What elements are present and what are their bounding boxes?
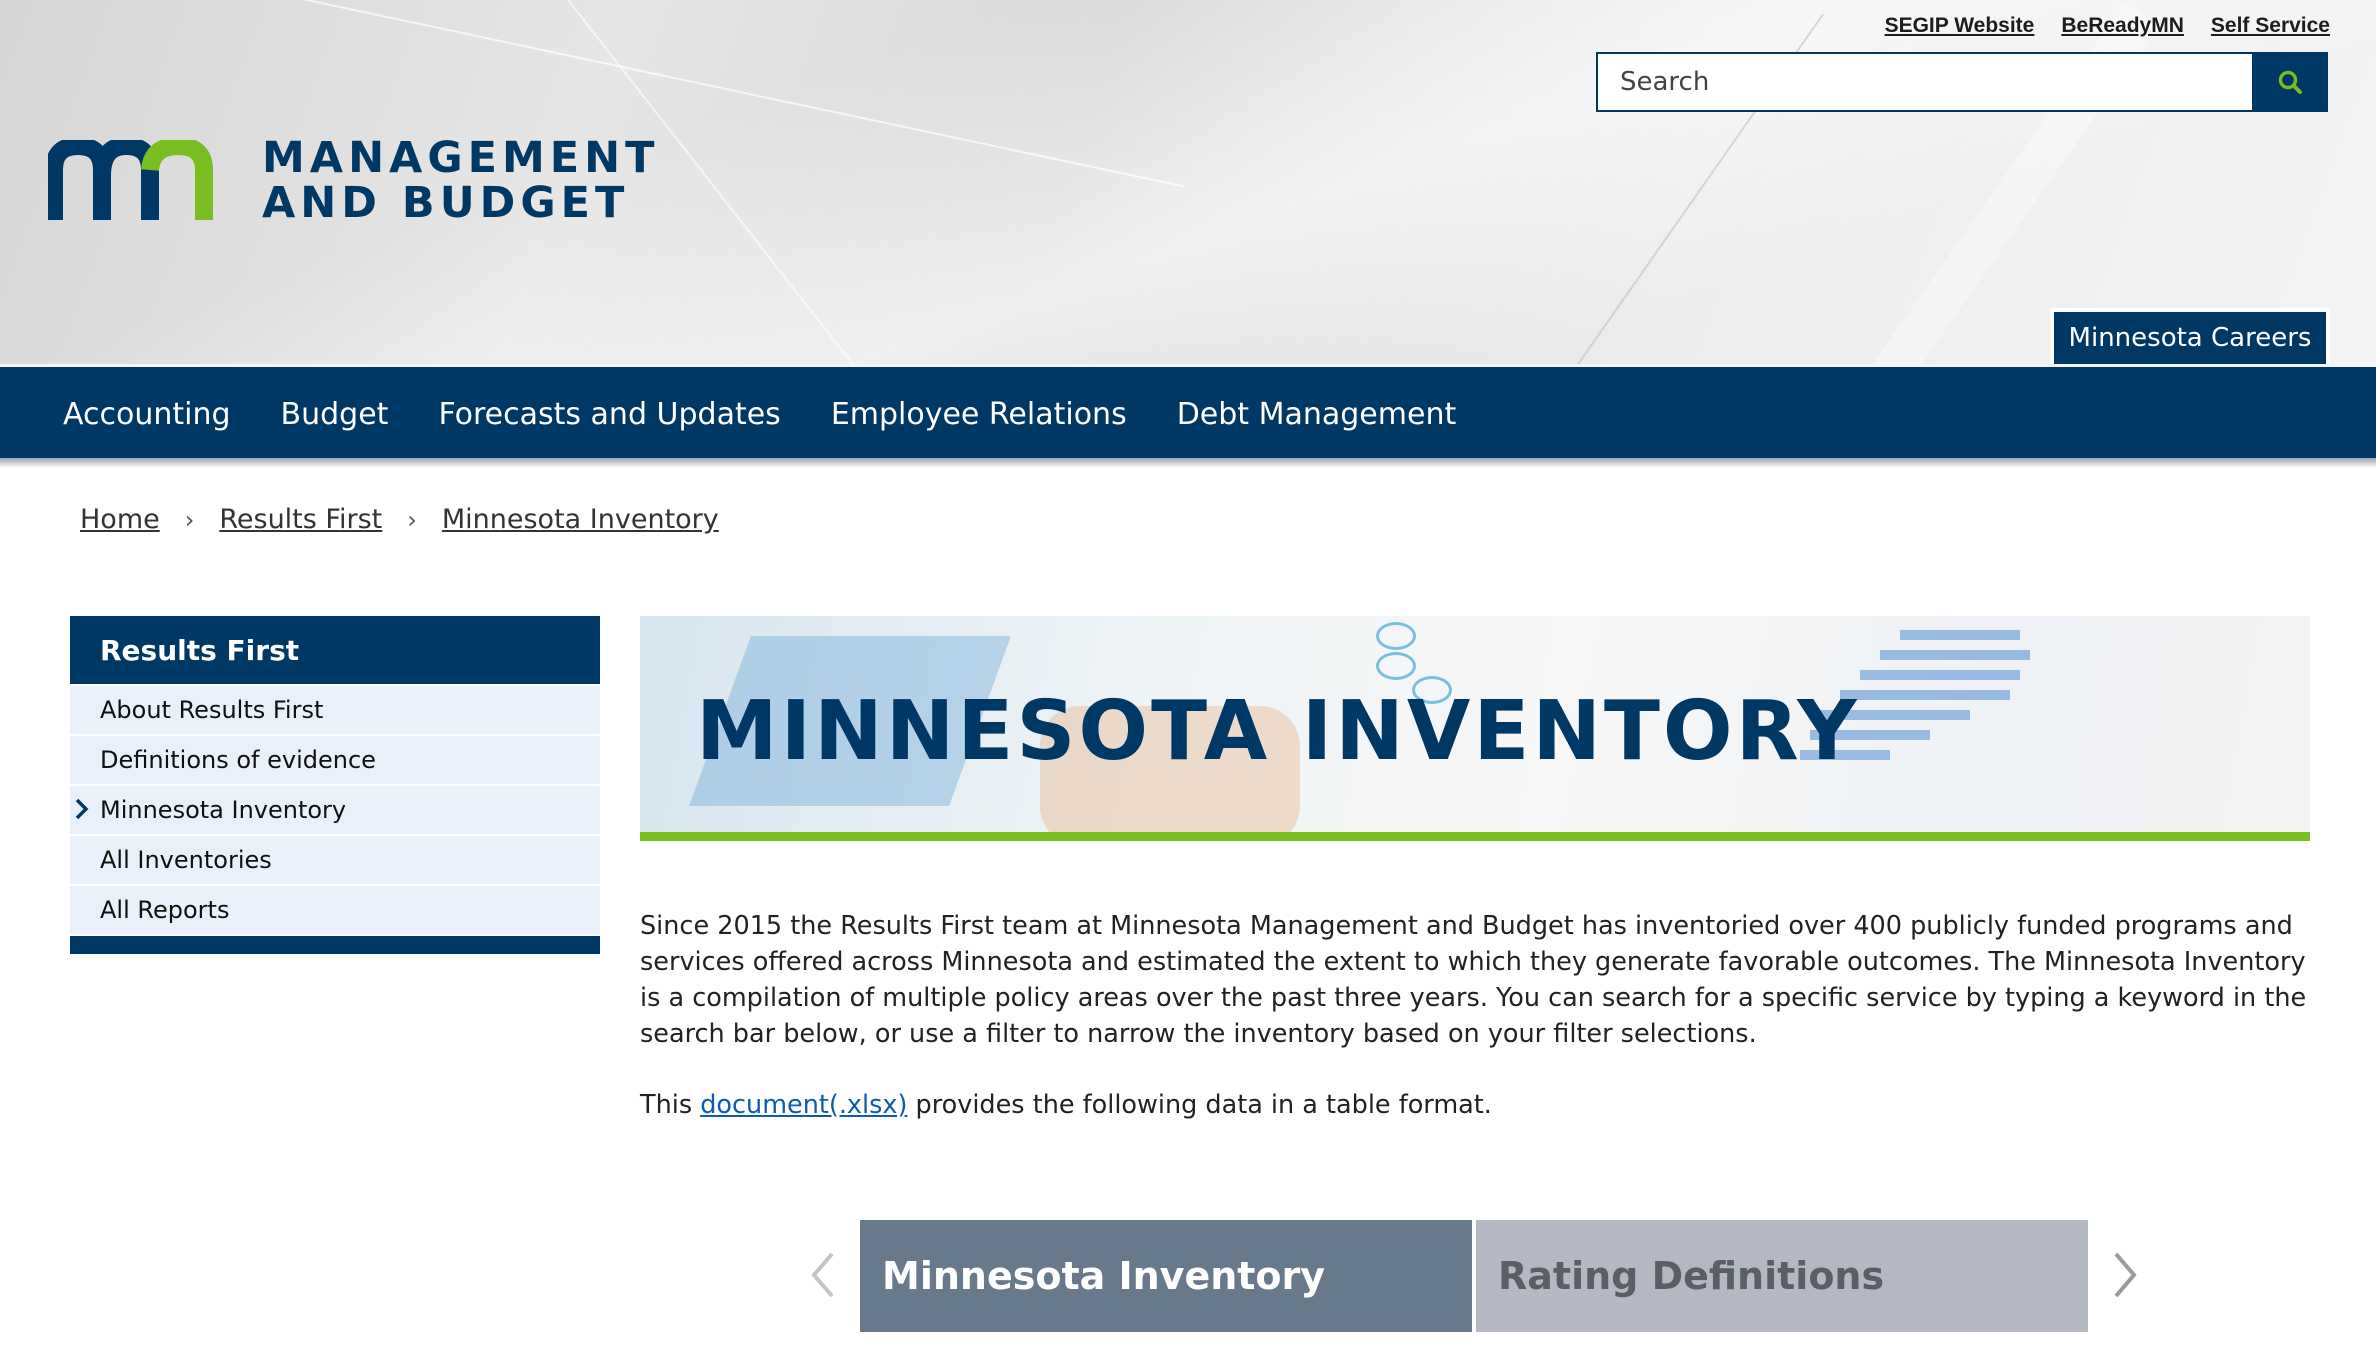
intro-paragraph: Since 2015 the Results First team at Min… bbox=[640, 911, 2307, 1049]
document-line-prefix: This bbox=[640, 1090, 701, 1120]
sidebar-item-all-inventories[interactable]: All Inventories bbox=[70, 836, 600, 884]
nav-item-accounting[interactable]: Accounting bbox=[38, 397, 256, 432]
document-xlsx-link[interactable]: document(.xlsx) bbox=[700, 1090, 907, 1120]
sidebar-title[interactable]: Results First bbox=[70, 616, 600, 684]
search-button[interactable] bbox=[2252, 52, 2328, 112]
site-header: MANAGEMENT AND BUDGET SEGIP Website BeRe… bbox=[0, 0, 2376, 364]
banner-decoration bbox=[1376, 622, 1416, 650]
logo-line-2: AND BUDGET bbox=[262, 178, 630, 228]
document-line-suffix: provides the following data in a table f… bbox=[907, 1090, 1492, 1120]
tab-minnesota-inventory[interactable]: Minnesota Inventory bbox=[860, 1220, 1472, 1332]
logo-wordmark: MANAGEMENT AND BUDGET bbox=[262, 136, 660, 226]
arrow-right-icon[interactable] bbox=[2110, 1250, 2140, 1300]
mn-logo-icon bbox=[48, 140, 213, 220]
chevron-right-icon: › bbox=[184, 505, 195, 534]
sidebar-item-label: About Results First bbox=[100, 696, 324, 724]
sidebar-item-about-results-first[interactable]: About Results First bbox=[70, 686, 600, 734]
breadcrumb-home[interactable]: Home bbox=[80, 504, 160, 535]
logo-line-1: MANAGEMENT bbox=[262, 133, 660, 183]
document-line: This document(.xlsx) provides the follow… bbox=[640, 1090, 1492, 1120]
sidebar-item-label: Minnesota Inventory bbox=[100, 796, 347, 824]
sidebar-item-label: All Inventories bbox=[100, 846, 272, 874]
tab-rating-definitions[interactable]: Rating Definitions bbox=[1476, 1220, 2088, 1332]
bereadymn-link[interactable]: BeReadyMN bbox=[2061, 14, 2184, 38]
nav-item-forecasts-and-updates[interactable]: Forecasts and Updates bbox=[413, 397, 805, 432]
breadcrumb-minnesota-inventory[interactable]: Minnesota Inventory bbox=[442, 504, 719, 535]
banner-accent-bar bbox=[640, 832, 2310, 841]
nav-shadow bbox=[0, 458, 2376, 468]
nav-item-debt-management[interactable]: Debt Management bbox=[1152, 397, 1482, 432]
chevron-right-icon bbox=[75, 798, 89, 820]
breadcrumb: Home › Results First › Minnesota Invento… bbox=[80, 504, 719, 535]
nav-item-employee-relations[interactable]: Employee Relations bbox=[806, 397, 1152, 432]
sidebar-item-label: All Reports bbox=[100, 896, 230, 924]
sidebar-footer-bar bbox=[70, 936, 600, 954]
site-search bbox=[1596, 52, 2328, 112]
breadcrumb-results-first[interactable]: Results First bbox=[219, 504, 382, 535]
search-icon bbox=[2278, 70, 2302, 94]
page-banner: MINNESOTA INVENTORY bbox=[640, 616, 2310, 832]
sidebar-item-definitions-of-evidence[interactable]: Definitions of evidence bbox=[70, 736, 600, 784]
tab-carousel: Minnesota Inventory Rating Definitions bbox=[808, 1220, 2148, 1332]
minnesota-careers-tab[interactable]: Minnesota Careers bbox=[2054, 312, 2326, 364]
chevron-right-icon: › bbox=[407, 505, 417, 534]
banner-decoration bbox=[1376, 652, 1416, 680]
sidebar-item-all-reports[interactable]: All Reports bbox=[70, 886, 600, 934]
arrow-left-icon[interactable] bbox=[808, 1250, 838, 1300]
utility-links: SEGIP Website BeReadyMN Self Service bbox=[1885, 14, 2330, 38]
search-input[interactable] bbox=[1598, 54, 2292, 110]
main-nav: Accounting Budget Forecasts and Updates … bbox=[0, 364, 2376, 461]
segip-website-link[interactable]: SEGIP Website bbox=[1885, 14, 2035, 38]
sidebar-item-label: Definitions of evidence bbox=[100, 746, 376, 774]
page-title: MINNESOTA INVENTORY bbox=[696, 684, 1860, 779]
sidebar-nav: Results First About Results First Defini… bbox=[70, 616, 600, 954]
self-service-link[interactable]: Self Service bbox=[2211, 14, 2330, 38]
nav-item-budget[interactable]: Budget bbox=[256, 397, 414, 432]
sidebar-item-minnesota-inventory[interactable]: Minnesota Inventory bbox=[70, 786, 600, 834]
